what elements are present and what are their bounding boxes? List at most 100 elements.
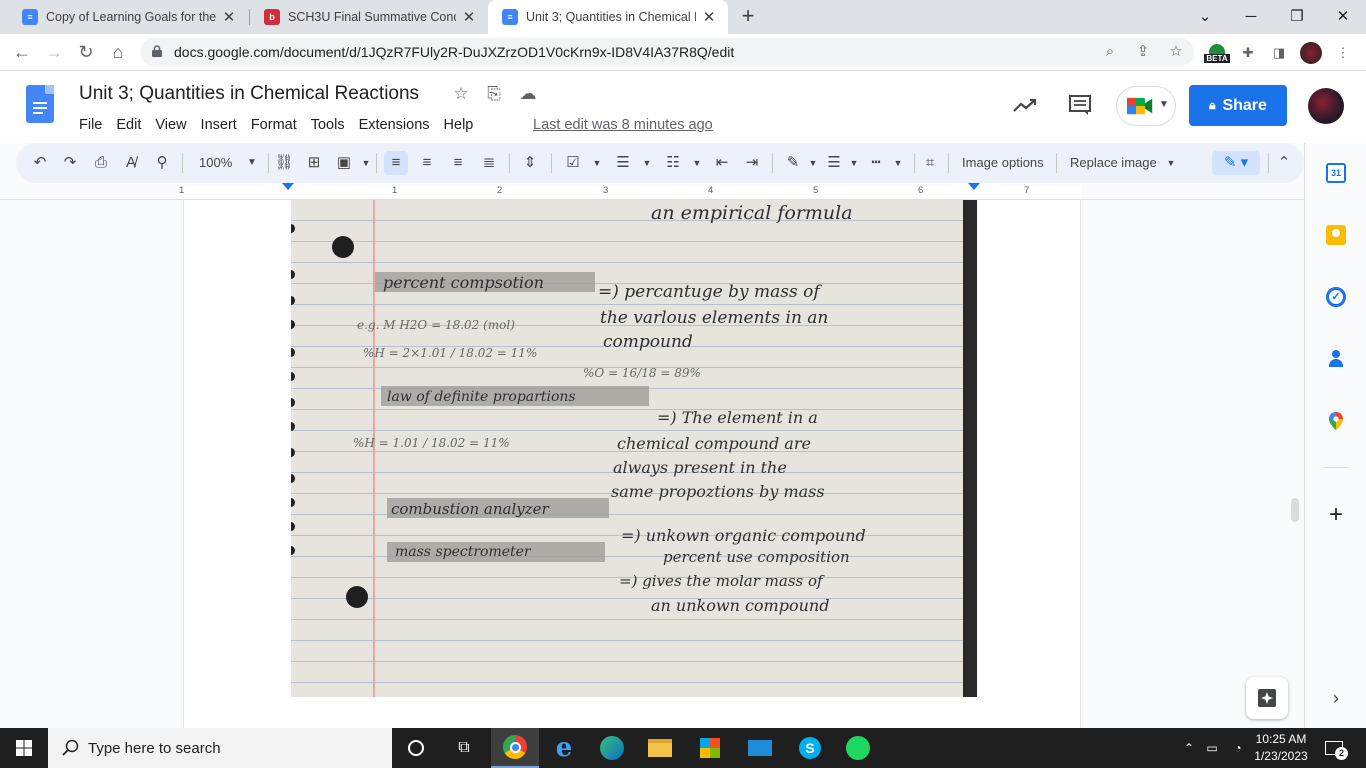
browser-tab-learning-goals[interactable]: ≡ Copy of Learning Goals for the D ✕ xyxy=(8,0,248,34)
share-button[interactable]: 🔒︎ Share xyxy=(1189,85,1287,126)
activity-trend-icon[interactable] xyxy=(1012,95,1038,117)
get-addons-plus-icon[interactable]: + xyxy=(1326,503,1346,527)
zoom-icon[interactable]: ⌕ xyxy=(1100,42,1120,62)
print-icon[interactable]: ⎙ xyxy=(89,151,113,175)
crop-icon[interactable]: ⌗ xyxy=(918,151,942,175)
windows-start-button[interactable] xyxy=(0,728,48,768)
numbered-list-icon[interactable]: ☷ xyxy=(661,151,685,175)
internet-explorer-icon[interactable]: e xyxy=(540,728,588,768)
battery-icon[interactable]: ▭ xyxy=(1201,728,1223,768)
spotify-icon[interactable] xyxy=(834,728,882,768)
side-panel-icon[interactable]: ◨ xyxy=(1268,42,1290,64)
edge-icon[interactable] xyxy=(588,728,636,768)
menu-tools[interactable]: Tools xyxy=(304,115,352,135)
show-hidden-icons-chevron-icon[interactable]: ⌃ xyxy=(1180,728,1198,768)
share-page-icon[interactable]: ⇪ xyxy=(1133,42,1153,62)
back-arrow-icon[interactable]: ← xyxy=(10,40,34,64)
zoom-dropdown-icon[interactable]: ▼ xyxy=(240,151,264,175)
horizontal-ruler[interactable]: 1 1 2 3 4 5 6 7 xyxy=(0,183,1304,200)
document-canvas[interactable]: an empirical formula percent compsotion … xyxy=(0,200,1304,728)
mail-icon[interactable] xyxy=(736,728,784,768)
document-title[interactable]: Unit 3; Quantities in Chemical Reactions xyxy=(79,83,419,105)
taskbar-clock[interactable]: 10:25 AM 1/23/2023 xyxy=(1246,731,1316,765)
menu-view[interactable]: View xyxy=(148,115,193,135)
image-dropdown-icon[interactable]: ▼ xyxy=(354,151,378,175)
account-avatar[interactable] xyxy=(1308,88,1344,124)
menu-edit[interactable]: Edit xyxy=(109,115,148,135)
minimize-button[interactable]: ─ xyxy=(1228,0,1274,32)
star-icon[interactable]: ☆ xyxy=(451,84,471,104)
left-indent-marker[interactable] xyxy=(282,183,294,190)
task-view-icon[interactable]: ⧉ xyxy=(440,728,488,768)
calendar-icon[interactable]: 31 xyxy=(1326,163,1346,183)
bulleted-list-icon[interactable]: ☰ xyxy=(611,151,635,175)
redo-icon[interactable]: ↷ xyxy=(58,151,82,175)
notifications-icon[interactable]: 2 xyxy=(1320,728,1348,768)
taskbar-search-box[interactable]: Type here to search xyxy=(48,728,392,768)
explore-button[interactable] xyxy=(1246,677,1288,719)
browser-tab-summative[interactable]: b SCH3U Final Summative Concept ✕ xyxy=(250,0,488,34)
cortana-icon[interactable] xyxy=(392,728,440,768)
cloud-saved-icon[interactable]: ☁ xyxy=(518,84,538,104)
home-icon[interactable]: ⌂ xyxy=(106,40,130,64)
browser-tab-unit3[interactable]: ≡ Unit 3; Quantities in Chemical Re ✕ xyxy=(488,0,728,34)
extensions-puzzle-icon[interactable]: ✚ xyxy=(1237,42,1259,64)
align-left-icon[interactable]: ≡ xyxy=(384,151,408,175)
close-tab-icon[interactable]: ✕ xyxy=(220,8,238,26)
maps-icon[interactable] xyxy=(1326,411,1346,431)
replace-image-dropdown-icon[interactable]: ▼ xyxy=(1159,151,1183,175)
chrome-taskbar-icon[interactable] xyxy=(491,728,539,768)
contacts-icon[interactable] xyxy=(1326,349,1346,369)
restore-button[interactable]: ❐ xyxy=(1274,0,1320,32)
move-folder-icon[interactable]: ⎘ xyxy=(484,84,504,104)
menu-help[interactable]: Help xyxy=(437,115,481,135)
menu-extensions[interactable]: Extensions xyxy=(352,115,437,135)
add-comment-icon[interactable]: ⊞ xyxy=(302,151,326,175)
increase-indent-icon[interactable]: ⇥ xyxy=(740,151,764,175)
keep-icon[interactable] xyxy=(1326,225,1346,245)
profile-avatar-icon[interactable] xyxy=(1300,42,1322,64)
editing-mode-button[interactable]: ✎ ▾ xyxy=(1212,151,1260,175)
align-center-icon[interactable]: ≡ xyxy=(415,151,439,175)
align-right-icon[interactable]: ≡ xyxy=(446,151,470,175)
paint-format-icon[interactable]: ⚲ xyxy=(150,151,174,175)
tasks-icon[interactable]: ✓ xyxy=(1326,287,1346,307)
border-dash-dropdown-icon[interactable]: ▼ xyxy=(886,151,910,175)
google-docs-logo-icon[interactable] xyxy=(26,85,54,123)
replace-image-button[interactable]: Replace image xyxy=(1070,151,1157,175)
zoom-select[interactable]: 100% xyxy=(199,151,232,175)
insert-link-icon[interactable]: ⛓ xyxy=(272,151,296,175)
new-tab-button[interactable]: + xyxy=(736,5,760,29)
skype-icon[interactable]: S xyxy=(786,728,834,768)
checklist-dropdown-icon[interactable]: ▼ xyxy=(585,151,609,175)
checklist-icon[interactable]: ☑ xyxy=(561,151,585,175)
collapse-menus-chevron-icon[interactable]: ⌃ xyxy=(1272,151,1296,175)
justify-icon[interactable]: ≣ xyxy=(477,151,501,175)
close-tab-icon[interactable]: ✕ xyxy=(460,8,478,26)
border-weight-dropdown-icon[interactable]: ▼ xyxy=(842,151,866,175)
bullet-dropdown-icon[interactable]: ▼ xyxy=(635,151,659,175)
numbered-dropdown-icon[interactable]: ▼ xyxy=(685,151,709,175)
show-side-panel-chevron-icon[interactable]: › xyxy=(1326,688,1346,708)
forward-arrow-icon[interactable]: → xyxy=(42,40,66,64)
undo-icon[interactable]: ↶ xyxy=(28,151,52,175)
reload-icon[interactable]: ↻ xyxy=(74,40,98,64)
file-explorer-icon[interactable] xyxy=(636,728,684,768)
comment-history-icon[interactable] xyxy=(1068,93,1092,117)
close-tab-icon[interactable]: ✕ xyxy=(700,8,718,26)
right-indent-marker[interactable] xyxy=(968,183,980,190)
close-window-button[interactable]: ✕ xyxy=(1320,0,1366,32)
spellcheck-icon[interactable]: A̸ xyxy=(119,151,143,175)
insert-image-icon[interactable]: ▣ xyxy=(332,151,356,175)
microsoft-store-icon[interactable] xyxy=(686,728,734,768)
image-options-button[interactable]: Image options xyxy=(962,151,1044,175)
decrease-indent-icon[interactable]: ⇤ xyxy=(710,151,734,175)
handwritten-notes-image[interactable]: an empirical formula percent compsotion … xyxy=(291,200,977,697)
vertical-scrollbar[interactable] xyxy=(1291,498,1299,522)
chrome-menu-icon[interactable]: ⋮ xyxy=(1332,42,1354,64)
last-edit-link[interactable]: Last edit was 8 minutes ago xyxy=(533,117,713,133)
bookmark-star-icon[interactable]: ☆ xyxy=(1166,42,1186,62)
address-bar[interactable]: docs.google.com/document/d/1JQzR7FUly2R-… xyxy=(140,38,1194,66)
beta-extension-icon[interactable]: BETA xyxy=(1204,42,1230,64)
border-dash-icon[interactable]: ┅ xyxy=(864,151,888,175)
